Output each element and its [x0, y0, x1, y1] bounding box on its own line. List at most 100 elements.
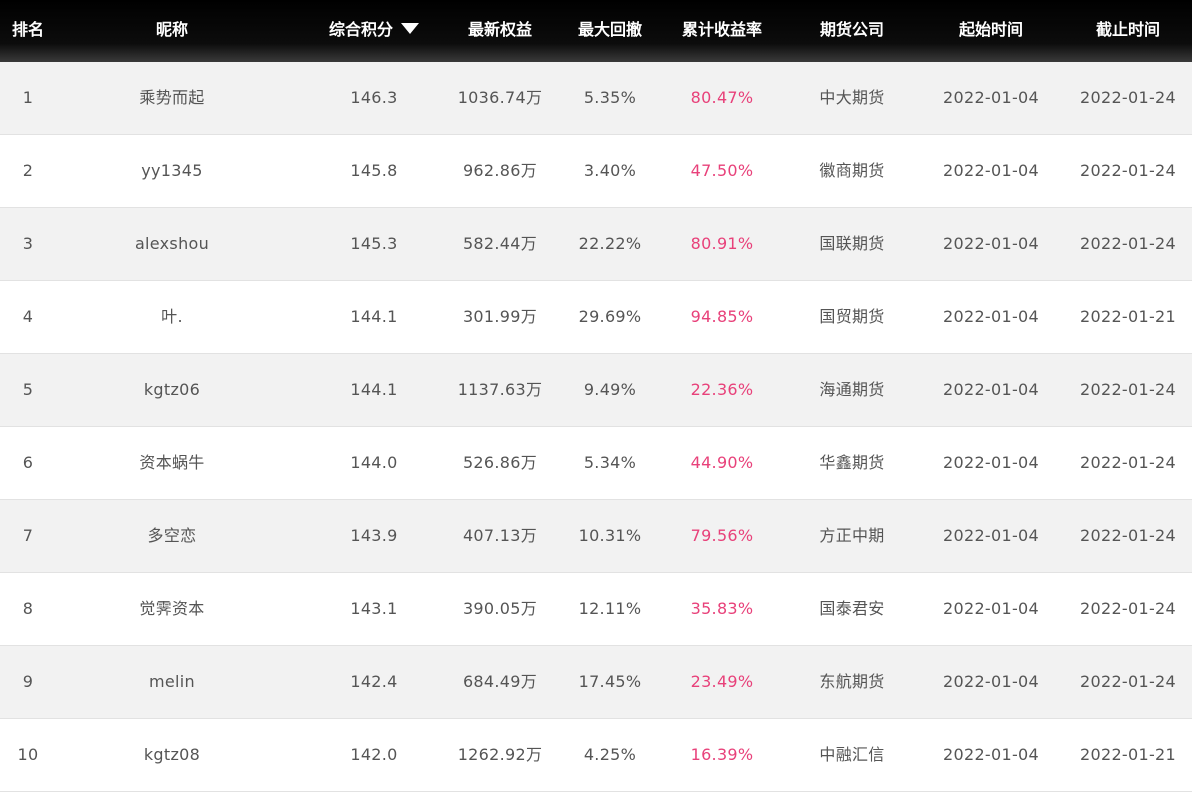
- table-row: 5 kgtz06 144.1 1137.63万 9.49% 22.36% 海通期…: [0, 354, 1192, 427]
- rank-cell: 2: [22, 161, 34, 180]
- table-row: 8 觉霁资本 143.1 390.05万 12.11% 35.83% 国泰君安 …: [0, 573, 1192, 646]
- rank-cell: 3: [22, 234, 34, 253]
- nickname-cell[interactable]: yy1345: [80, 135, 264, 207]
- end-date-cell: 2022-01-24: [1080, 88, 1176, 107]
- nickname-cell[interactable]: 叶.: [80, 281, 264, 353]
- start-date-cell: 2022-01-04: [943, 234, 1039, 253]
- company-cell: 华鑫期货: [819, 453, 885, 472]
- start-date-cell: 2022-01-04: [943, 745, 1039, 764]
- rank-cell: 7: [22, 526, 34, 545]
- equity-cell: 1262.92万: [457, 745, 543, 764]
- drawdown-cell: 22.22%: [578, 234, 642, 253]
- company-cell: 国泰君安: [819, 599, 885, 618]
- nickname-cell[interactable]: kgtz08: [80, 719, 264, 791]
- equity-cell: 1137.63万: [457, 380, 543, 399]
- score-cell: 142.4: [350, 672, 398, 691]
- score-cell: 143.9: [350, 526, 398, 545]
- start-date-cell: 2022-01-04: [943, 453, 1039, 472]
- return-rate-cell: 22.36%: [690, 380, 754, 399]
- rank-cell: 6: [22, 453, 34, 472]
- end-date-cell: 2022-01-24: [1080, 380, 1176, 399]
- end-date-cell: 2022-01-24: [1080, 161, 1176, 180]
- table-header: 排名 昵称 综合积分 最新权益 最大回撤 累计收益率 期货公司 起始时间 截止时…: [0, 0, 1192, 62]
- nickname-cell[interactable]: 觉霁资本: [80, 573, 264, 645]
- company-cell: 中融汇信: [819, 745, 885, 764]
- header-end-date[interactable]: 截止时间: [1066, 0, 1190, 60]
- score-cell: 144.1: [350, 380, 398, 399]
- equity-cell: 962.86万: [462, 161, 538, 180]
- score-cell: 144.1: [350, 307, 398, 326]
- start-date-cell: 2022-01-04: [943, 672, 1039, 691]
- start-date-cell: 2022-01-04: [943, 599, 1039, 618]
- rank-cell: 8: [22, 599, 34, 618]
- header-drawdown[interactable]: 最大回撤: [560, 0, 660, 60]
- nickname-cell[interactable]: kgtz06: [80, 354, 264, 426]
- header-rank[interactable]: 排名: [0, 0, 56, 60]
- drawdown-cell: 5.34%: [583, 453, 637, 472]
- header-start-date[interactable]: 起始时间: [930, 0, 1052, 60]
- return-rate-cell: 44.90%: [690, 453, 754, 472]
- triangle-down-icon[interactable]: [401, 23, 419, 34]
- table-row: 4 叶. 144.1 301.99万 29.69% 94.85% 国贸期货 20…: [0, 281, 1192, 354]
- equity-cell: 526.86万: [462, 453, 538, 472]
- company-cell: 国贸期货: [819, 307, 885, 326]
- header-score-sort[interactable]: 综合积分: [318, 0, 430, 60]
- header-score-label: 综合积分: [328, 20, 393, 39]
- drawdown-cell: 12.11%: [578, 599, 642, 618]
- table-row: 6 资本蜗牛 144.0 526.86万 5.34% 44.90% 华鑫期货 2…: [0, 427, 1192, 500]
- return-rate-cell: 23.49%: [690, 672, 754, 691]
- return-rate-cell: 80.91%: [690, 234, 754, 253]
- header-nickname[interactable]: 昵称: [80, 0, 264, 60]
- score-cell: 145.3: [350, 234, 398, 253]
- score-cell: 145.8: [350, 161, 398, 180]
- drawdown-cell: 10.31%: [578, 526, 642, 545]
- nickname-cell[interactable]: 多空恋: [80, 500, 264, 572]
- table-row: 10 kgtz08 142.0 1262.92万 4.25% 16.39% 中融…: [0, 719, 1192, 792]
- header-equity[interactable]: 最新权益: [440, 0, 560, 60]
- header-return-rate[interactable]: 累计收益率: [668, 0, 776, 60]
- rank-cell: 9: [22, 672, 34, 691]
- end-date-cell: 2022-01-21: [1080, 745, 1176, 764]
- end-date-cell: 2022-01-24: [1080, 453, 1176, 472]
- equity-cell: 407.13万: [462, 526, 538, 545]
- equity-cell: 301.99万: [462, 307, 538, 326]
- rank-cell: 4: [22, 307, 34, 326]
- company-cell: 国联期货: [819, 234, 885, 253]
- start-date-cell: 2022-01-04: [943, 380, 1039, 399]
- company-cell: 徽商期货: [819, 161, 885, 180]
- nickname-cell[interactable]: 资本蜗牛: [80, 427, 264, 499]
- equity-cell: 684.49万: [462, 672, 538, 691]
- drawdown-cell: 17.45%: [578, 672, 642, 691]
- table-row: 1 乘势而起 146.3 1036.74万 5.35% 80.47% 中大期货 …: [0, 62, 1192, 135]
- nickname-cell[interactable]: melin: [80, 646, 264, 718]
- end-date-cell: 2022-01-24: [1080, 234, 1176, 253]
- end-date-cell: 2022-01-21: [1080, 307, 1176, 326]
- company-cell: 海通期货: [819, 380, 885, 399]
- return-rate-cell: 79.56%: [690, 526, 754, 545]
- drawdown-cell: 9.49%: [583, 380, 637, 399]
- nickname-cell[interactable]: 乘势而起: [80, 62, 264, 134]
- end-date-cell: 2022-01-24: [1080, 599, 1176, 618]
- drawdown-cell: 4.25%: [583, 745, 637, 764]
- score-cell: 143.1: [350, 599, 398, 618]
- score-cell: 144.0: [350, 453, 398, 472]
- drawdown-cell: 5.35%: [583, 88, 637, 107]
- start-date-cell: 2022-01-04: [943, 88, 1039, 107]
- company-cell: 方正中期: [819, 526, 885, 545]
- start-date-cell: 2022-01-04: [943, 161, 1039, 180]
- score-cell: 146.3: [350, 88, 398, 107]
- return-rate-cell: 35.83%: [690, 599, 754, 618]
- drawdown-cell: 29.69%: [578, 307, 642, 326]
- return-rate-cell: 80.47%: [690, 88, 754, 107]
- table-row: 2 yy1345 145.8 962.86万 3.40% 47.50% 徽商期货…: [0, 135, 1192, 208]
- table-row: 7 多空恋 143.9 407.13万 10.31% 79.56% 方正中期 2…: [0, 500, 1192, 573]
- nickname-cell[interactable]: alexshou: [80, 208, 264, 280]
- equity-cell: 1036.74万: [457, 88, 543, 107]
- start-date-cell: 2022-01-04: [943, 307, 1039, 326]
- score-cell: 142.0: [350, 745, 398, 764]
- rank-cell: 5: [22, 380, 34, 399]
- ranking-table: 排名 昵称 综合积分 最新权益 最大回撤 累计收益率 期货公司 起始时间 截止时…: [0, 0, 1192, 792]
- drawdown-cell: 3.40%: [583, 161, 637, 180]
- header-company[interactable]: 期货公司: [790, 0, 914, 60]
- company-cell: 东航期货: [819, 672, 885, 691]
